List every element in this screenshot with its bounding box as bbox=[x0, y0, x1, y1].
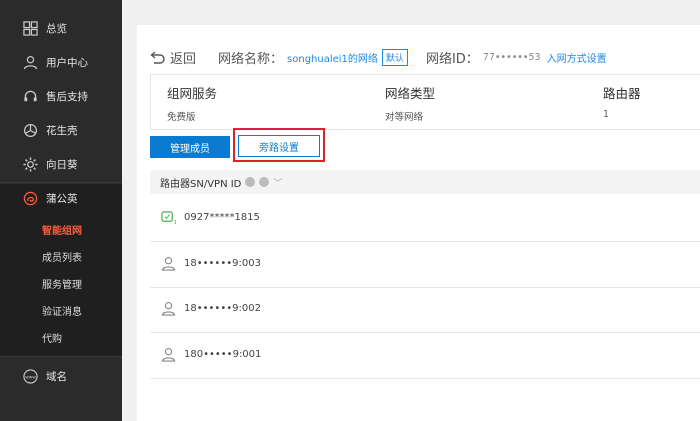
sidebar-item-label: 花生壳 bbox=[46, 124, 78, 137]
sidebar-item-user-center[interactable]: 用户中心 bbox=[0, 46, 122, 78]
sidebar-subitem-smart-network[interactable]: 智能组网 bbox=[0, 216, 122, 242]
default-badge: 默认 bbox=[381, 48, 408, 66]
router-filter-icon[interactable] bbox=[245, 177, 256, 187]
sidebar-item-dandelion[interactable]: 蒲公英 bbox=[0, 182, 122, 214]
network-type-title: 网络类型 bbox=[385, 86, 436, 101]
sidebar-item-domain[interactable]: www 域名 bbox=[0, 360, 122, 392]
page-header: 返回 网络名称： songhualei1的网络 默认 网络ID： 77•••••… bbox=[150, 46, 607, 68]
sidebar-item-overview[interactable]: 总览 bbox=[0, 12, 122, 44]
router-info: 路由器 1 bbox=[603, 83, 641, 120]
eye-closed-icon[interactable]: ︶ bbox=[273, 176, 282, 189]
network-id-label: 网络ID： bbox=[425, 51, 479, 67]
user-filter-icon[interactable] bbox=[259, 177, 270, 187]
column-header-sn: 路由器SN/VPN ID bbox=[160, 178, 242, 190]
svg-text:1: 1 bbox=[173, 220, 175, 225]
sidebar-subitem-verification-messages[interactable]: 验证消息 bbox=[0, 297, 122, 323]
bypass-settings-button[interactable]: 旁路设置 bbox=[238, 135, 320, 157]
sidebar-item-label: 售后支持 bbox=[46, 90, 88, 103]
user-icon bbox=[160, 301, 176, 317]
sidebar-item-sunflower[interactable]: 向日葵 bbox=[0, 148, 122, 180]
table-row[interactable]: 18••••••9:003 bbox=[150, 240, 700, 288]
sidebar-subitem-label: 成员列表 bbox=[42, 252, 82, 264]
top-bar bbox=[122, 0, 700, 10]
router-icon: 1 bbox=[160, 210, 176, 226]
back-arrow-icon bbox=[150, 51, 165, 64]
service-value: 免费版 bbox=[167, 112, 196, 123]
sidebar-subitem-service-management[interactable]: 服务管理 bbox=[0, 270, 122, 296]
user-icon bbox=[22, 54, 38, 70]
sidebar-subitem-purchase-agent[interactable]: 代购 bbox=[0, 324, 122, 350]
sidebar-subitem-label: 验证消息 bbox=[42, 306, 82, 318]
peanut-shell-icon bbox=[22, 122, 38, 138]
network-name[interactable]: songhualei1的网络 bbox=[287, 50, 378, 65]
user-icon bbox=[160, 347, 176, 363]
network-id: 77••••••53 bbox=[482, 51, 541, 63]
svg-text:www: www bbox=[25, 375, 36, 380]
www-icon: www bbox=[22, 368, 38, 384]
sidebar-item-peanut-shell[interactable]: 花生壳 bbox=[0, 114, 122, 146]
network-info-panel: 组网服务 免费版 网络类型 对等网络 路由器 1 bbox=[150, 74, 700, 130]
row-id: 0927*****1815 bbox=[184, 212, 260, 223]
table-row[interactable]: 18••••••9:002 bbox=[150, 285, 700, 333]
sidebar-subitem-label: 服务管理 bbox=[42, 279, 82, 291]
sidebar-item-label: 总览 bbox=[46, 22, 67, 35]
user-icon bbox=[160, 256, 176, 272]
dandelion-icon bbox=[22, 190, 38, 206]
table-header: 路由器SN/VPN ID ︶ bbox=[150, 170, 700, 194]
row-id: 18••••••9:003 bbox=[184, 258, 261, 269]
sidebar-subitem-label: 智能组网 bbox=[42, 225, 82, 237]
sidebar-item-support[interactable]: 售后支持 bbox=[0, 80, 122, 112]
router-count: 1 bbox=[603, 109, 610, 120]
join-method-settings-link[interactable]: 入网方式设置 bbox=[547, 50, 607, 65]
sidebar-item-label: 向日葵 bbox=[46, 158, 78, 171]
service-title: 组网服务 bbox=[167, 86, 218, 101]
sidebar-subitem-member-list[interactable]: 成员列表 bbox=[0, 243, 122, 269]
grid-icon bbox=[22, 20, 38, 36]
back-button[interactable]: 返回 bbox=[150, 48, 196, 67]
network-type-value: 对等网络 bbox=[385, 112, 424, 123]
sunflower-icon bbox=[22, 156, 38, 172]
headset-icon bbox=[22, 88, 38, 104]
table-row[interactable]: 180•••••9:001 bbox=[150, 331, 700, 379]
network-type-info: 网络类型 对等网络 bbox=[385, 83, 435, 123]
manage-members-button[interactable]: 管理成员 bbox=[150, 136, 230, 158]
sidebar-item-label: 用户中心 bbox=[46, 56, 88, 69]
row-id: 180•••••9:001 bbox=[184, 349, 262, 360]
service-info: 组网服务 免费版 bbox=[167, 83, 217, 123]
sidebar-item-label: 域名 bbox=[46, 370, 67, 383]
back-label: 返回 bbox=[170, 51, 197, 67]
sidebar: 总览 用户中心 售后支持 花生壳 向日葵 蒲公英 智能组网 成员列表 服务管理 … bbox=[0, 0, 122, 421]
sidebar-item-label: 蒲公英 bbox=[46, 192, 78, 205]
row-id: 18••••••9:002 bbox=[184, 303, 261, 314]
table-row[interactable]: 1 0927*****1815 bbox=[150, 194, 700, 242]
router-title: 路由器 bbox=[603, 86, 641, 101]
sidebar-subitem-label: 代购 bbox=[42, 333, 62, 345]
network-name-label: 网络名称： bbox=[218, 51, 284, 67]
sidebar-divider bbox=[0, 356, 122, 357]
